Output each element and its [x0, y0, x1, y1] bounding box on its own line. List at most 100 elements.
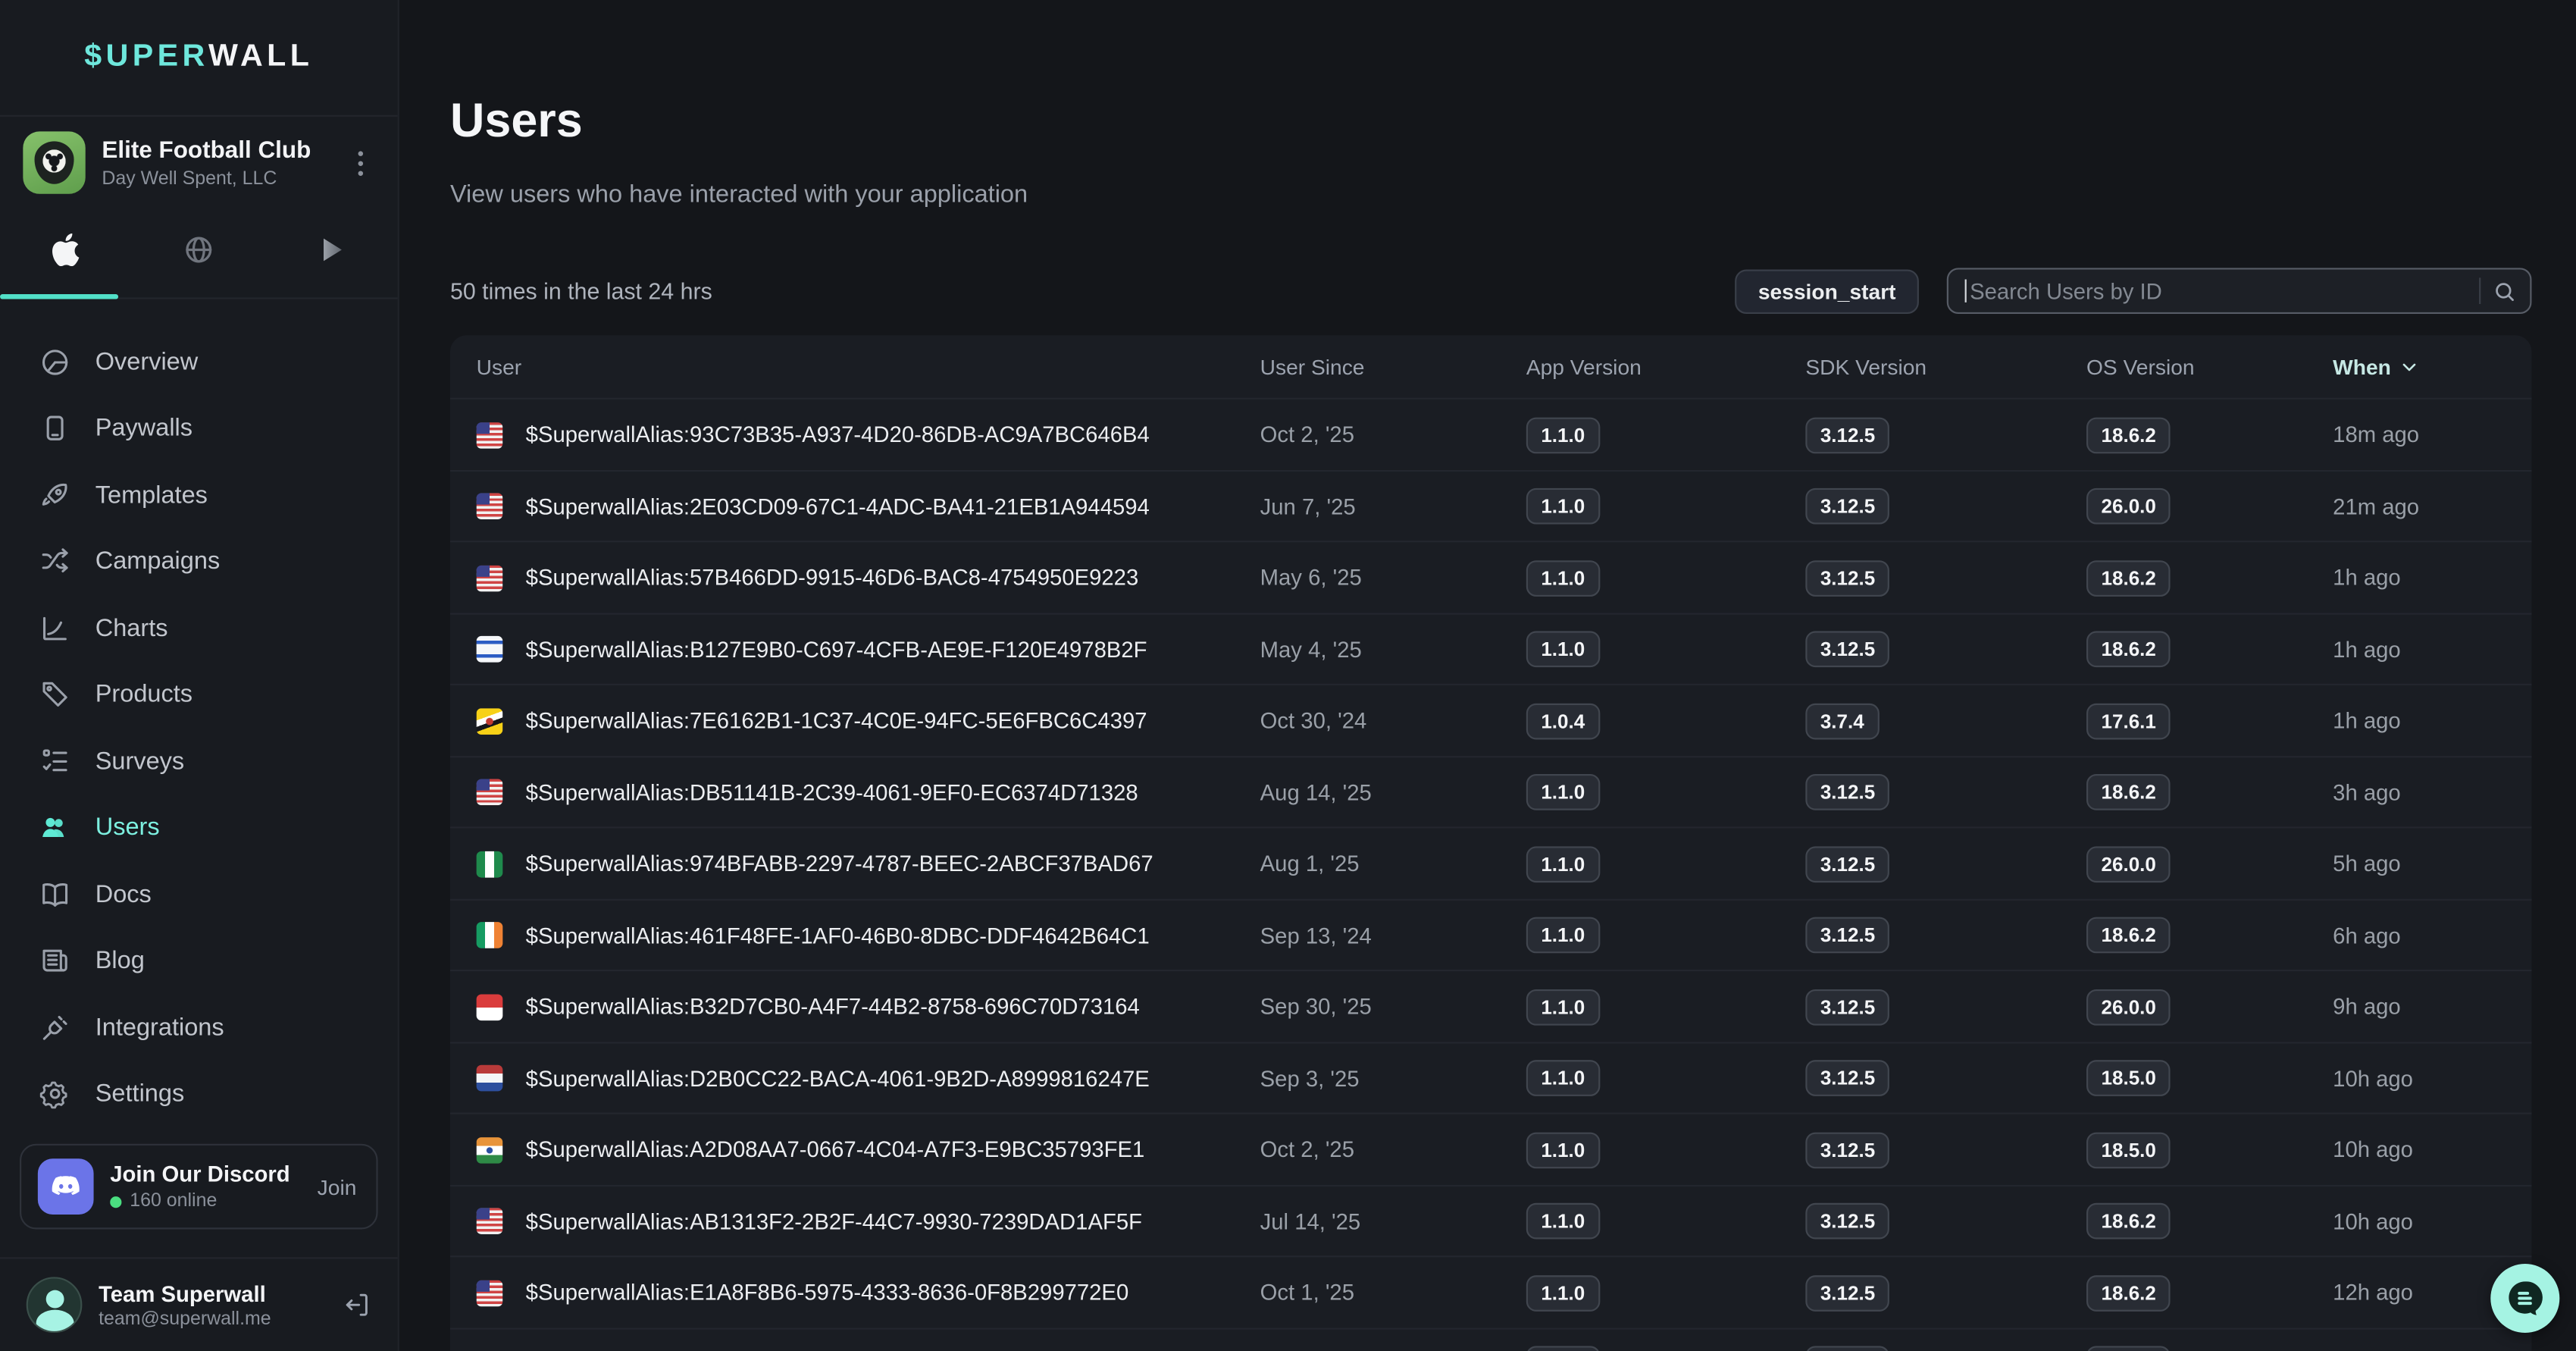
when-value: 21m ago	[2333, 494, 2506, 519]
sidebar-item-surveys[interactable]: Surveys	[0, 728, 398, 795]
sidebar-item-label: Overview	[95, 348, 199, 376]
os-version-badge: 17.6.1	[2086, 703, 2171, 739]
sidebar-item-label: Integrations	[95, 1014, 224, 1042]
when-value: 3h ago	[2333, 780, 2506, 805]
user-id: $SuperwallAlias:E1A8F8B6-5975-4333-8636-…	[526, 1280, 1260, 1306]
sdk-version-badge: 3.7.4	[1805, 703, 1879, 739]
table-row[interactable]: $SuperwallAlias:57B466DD-9915-46D6-BAC8-…	[450, 541, 2532, 613]
sidebar-item-paywalls[interactable]: Paywalls	[0, 395, 398, 462]
user-id: $SuperwallAlias:7E6162B1-1C37-4C0E-94FC-…	[526, 709, 1260, 734]
table-row[interactable]: $SuperwallAlias:735DE508-A440-41FB-87A0-…	[450, 1327, 2532, 1351]
os-version-badge: 26.0.0	[2086, 488, 2171, 525]
user-since: Sep 3, '25	[1260, 1066, 1526, 1091]
kebab-icon[interactable]	[345, 141, 374, 183]
table-row[interactable]: $SuperwallAlias:B127E9B0-C697-4CFB-AE9E-…	[450, 613, 2532, 684]
platform-tab-globe[interactable]	[133, 208, 265, 297]
when-value: 12h ago	[2333, 1280, 2506, 1306]
sidebar-item-label: Templates	[95, 481, 208, 509]
sidebar-item-docs[interactable]: Docs	[0, 861, 398, 928]
sidebar-item-overview[interactable]: Overview	[0, 329, 398, 396]
line-chart-icon	[39, 613, 70, 644]
table-row[interactable]: $SuperwallAlias:93C73B35-A937-4D20-86DB-…	[450, 399, 2532, 470]
search-input[interactable]: Search Users by ID	[1947, 268, 2532, 315]
workspace-org: Day Well Spent, LLC	[102, 168, 328, 188]
user-id: $SuperwallAlias:57B466DD-9915-46D6-BAC8-…	[526, 566, 1260, 591]
sdk-version-badge: 3.12.5	[1805, 1346, 1889, 1351]
sidebar-item-charts[interactable]: Charts	[0, 595, 398, 662]
sidebar-item-templates[interactable]: Templates	[0, 462, 398, 528]
logout-icon[interactable]	[342, 1290, 371, 1320]
table-row[interactable]: $SuperwallAlias:B32D7CB0-A4F7-44B2-8758-…	[450, 970, 2532, 1042]
sidebar-item-settings[interactable]: Settings	[0, 1061, 398, 1127]
app-version-badge: 1.1.0	[1526, 1203, 1600, 1240]
sidebar-item-campaigns[interactable]: Campaigns	[0, 528, 398, 595]
country-flag-icon	[477, 565, 503, 591]
page-subtitle: View users who have interacted with your…	[450, 181, 2532, 209]
discord-title: Join Our Discord	[110, 1162, 301, 1187]
sidebar-item-users[interactable]: Users	[0, 795, 398, 861]
event-filter-button[interactable]: session_start	[1735, 269, 1918, 314]
table-row[interactable]: $SuperwallAlias:974BFABB-2297-4787-BEEC-…	[450, 827, 2532, 898]
when-value: 18m ago	[2333, 422, 2506, 447]
sdk-version-badge: 3.12.5	[1805, 774, 1889, 810]
search-placeholder: Search Users by ID	[1970, 279, 2479, 304]
account-name: Team Superwall	[99, 1281, 325, 1306]
user-id: $SuperwallAlias:B127E9B0-C697-4CFB-AE9E-…	[526, 637, 1260, 662]
page-title: Users	[450, 96, 2532, 150]
sidebar-item-products[interactable]: Products	[0, 662, 398, 729]
country-flag-icon	[477, 1280, 503, 1306]
text-caret	[1965, 280, 1967, 302]
table-row[interactable]: $SuperwallAlias:AB1313F2-2B2F-44C7-9930-…	[450, 1185, 2532, 1256]
column-header-user-since: User Since	[1260, 355, 1526, 380]
sdk-version-badge: 3.12.5	[1805, 989, 1889, 1025]
search-icon[interactable]	[2492, 279, 2517, 304]
when-value: 10h ago	[2333, 1066, 2506, 1091]
chat-bubble-icon[interactable]	[2490, 1264, 2559, 1333]
platform-tab-google-play[interactable]	[265, 208, 398, 297]
table-row[interactable]: $SuperwallAlias:2E03CD09-67C1-4ADC-BA41-…	[450, 470, 2532, 541]
discord-online-count: 160 online	[130, 1192, 217, 1212]
workspace-switcher[interactable]: Elite Football Club Day Well Spent, LLC	[0, 115, 398, 209]
account-footer[interactable]: Team Superwall team@superwall.me	[0, 1257, 398, 1351]
user-id: $SuperwallAlias:D2B0CC22-BACA-4061-9B2D-…	[526, 1066, 1260, 1091]
account-email: team@superwall.me	[99, 1309, 325, 1329]
os-version-badge: 18.6.2	[2086, 560, 2171, 596]
table-row[interactable]: $SuperwallAlias:DB51141B-2C39-4061-9EF0-…	[450, 756, 2532, 827]
stats-row: 50 times in the last 24 hrs session_star…	[450, 268, 2532, 315]
sidebar-item-integrations[interactable]: Integrations	[0, 994, 398, 1061]
chevron-down-icon	[2399, 356, 2421, 378]
app-version-badge: 1.1.0	[1526, 846, 1600, 882]
sidebar-item-blog[interactable]: Blog	[0, 928, 398, 995]
discord-icon	[38, 1158, 94, 1215]
users-icon	[39, 812, 70, 843]
discord-banner[interactable]: Join Our Discord 160 online Join	[20, 1144, 378, 1230]
app-version-badge: 1.1.0	[1526, 1061, 1600, 1097]
apple-icon	[50, 233, 83, 274]
sidebar: $UPERWALL Elite Football Club Day Well S…	[0, 0, 399, 1351]
table-row[interactable]: $SuperwallAlias:461F48FE-1AF0-46B0-8DBC-…	[450, 899, 2532, 970]
globe-icon	[183, 233, 215, 274]
country-flag-icon	[477, 922, 503, 948]
when-value: 1h ago	[2333, 637, 2506, 662]
platform-tab-apple[interactable]	[0, 208, 133, 297]
sdk-version-badge: 3.12.5	[1805, 488, 1889, 525]
os-version-badge: 18.6.2	[2086, 417, 2171, 453]
table-row[interactable]: $SuperwallAlias:D2B0CC22-BACA-4061-9B2D-…	[450, 1042, 2532, 1113]
table-body: $SuperwallAlias:93C73B35-A937-4D20-86DB-…	[450, 399, 2532, 1351]
column-header-when[interactable]: When	[2333, 355, 2506, 380]
app-version-badge: 1.1.0	[1526, 1274, 1600, 1311]
discord-join-button[interactable]: Join	[318, 1174, 357, 1199]
sidebar-item-label: Campaigns	[95, 547, 220, 575]
country-flag-icon	[477, 994, 503, 1020]
table-row[interactable]: $SuperwallAlias:A2D08AA7-0667-4C04-A7F3-…	[450, 1113, 2532, 1184]
table-row[interactable]: $SuperwallAlias:7E6162B1-1C37-4C0E-94FC-…	[450, 685, 2532, 756]
when-value: 1h ago	[2333, 709, 2506, 734]
stats-text: 50 times in the last 24 hrs	[450, 278, 712, 305]
online-dot-icon	[110, 1196, 121, 1207]
app-version-badge: 1.1.0	[1526, 417, 1600, 453]
app-version-badge: 1.1.0	[1526, 1132, 1600, 1168]
app-version-badge: 1.1.0	[1526, 989, 1600, 1025]
table-row[interactable]: $SuperwallAlias:E1A8F8B6-5975-4333-8636-…	[450, 1256, 2532, 1327]
superwall-logo[interactable]: $UPERWALL	[0, 0, 398, 115]
logo-white-part: WALL	[208, 39, 313, 74]
